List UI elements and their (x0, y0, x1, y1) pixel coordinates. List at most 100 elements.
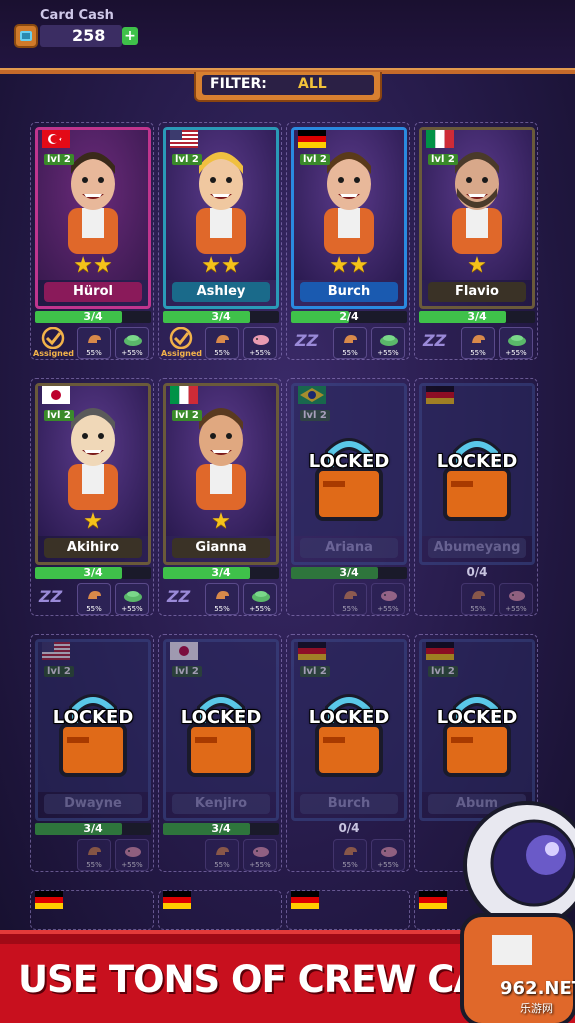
watermark-subtext: 乐游网 (520, 1002, 553, 1015)
sleeping-icon: ZZ (167, 587, 191, 606)
crew-card-slot[interactable] (30, 890, 154, 930)
locked-card-slot[interactable]: lvl 2 Burch LOCKED 0/4 55% +55% (286, 634, 410, 872)
filter-inner: FILTER: ALL (202, 75, 374, 95)
filter-button[interactable]: FILTER: ALL (194, 72, 382, 102)
crew-card[interactable]: lvl 2 ★ Gianna (163, 383, 279, 565)
trait-percent: +55% (505, 349, 527, 357)
trait-percent: +55% (377, 861, 399, 869)
trait-slot[interactable]: +55% (371, 583, 405, 615)
trait-slot[interactable]: +55% (371, 327, 405, 359)
locked-card-slot[interactable]: lvl 2 Ariana LOCKED 3/4 55% +55% (286, 378, 410, 616)
trait-percent: +55% (249, 861, 271, 869)
assigned-label: Assigned (33, 349, 75, 358)
crew-card-slot[interactable]: lvl 2 ★★ Ashley 3/4 Assigned 55% +55% (158, 122, 282, 360)
trait-row: 55% +55% (289, 839, 409, 873)
trait-slot[interactable]: +55% (115, 327, 149, 359)
trait-slot[interactable]: +55% (243, 839, 277, 871)
crew-card-slot[interactable]: lvl 2 ★★ Hürol 3/4 Assigned 55% +55% (30, 122, 154, 360)
trait-slot[interactable]: 55% (333, 583, 367, 615)
assigned-label: Assigned (161, 349, 203, 358)
card-cash-icon (14, 24, 38, 48)
progress-text: 3/4 (211, 822, 231, 835)
trait-percent: +55% (121, 605, 143, 613)
trait-slot[interactable]: 55% (333, 327, 367, 359)
trait-row: 55% +55% (161, 839, 281, 873)
crew-card-slot[interactable] (158, 890, 282, 930)
crew-card-slot[interactable]: lvl 2 ★ Gianna 3/4 ZZ 55% +55% (158, 378, 282, 616)
trait-percent: 55% (342, 861, 358, 869)
crew-card-slot[interactable]: lvl 2 ★ Akihiro 3/4 ZZ 55% +55% (30, 378, 154, 616)
trait-slot[interactable]: 55% (205, 327, 239, 359)
locked-card-slot[interactable]: lvl 2 Kenjiro LOCKED 3/4 55% +55% (158, 634, 282, 872)
padlock-icon (59, 694, 127, 777)
progress-text: 3/4 (467, 310, 487, 323)
crew-name: Akihiro (44, 538, 142, 558)
crew-card[interactable]: lvl 2 ★★ Hürol (35, 127, 151, 309)
padlock-icon (443, 438, 511, 521)
trait-row: ZZ 55% +55% (417, 327, 537, 361)
trait-row: 55% +55% (289, 583, 409, 617)
trait-percent: +55% (377, 349, 399, 357)
level-badge: lvl 2 (300, 666, 330, 677)
trait-percent: 55% (342, 605, 358, 613)
trait-slot[interactable]: 55% (77, 327, 111, 359)
progress-bar: 3/4 (163, 566, 279, 579)
progress-bar: 3/4 (419, 310, 535, 323)
crew-card-slot[interactable]: lvl 2 ★ Flavio 3/4 ZZ 55% +55% (414, 122, 538, 360)
level-badge: lvl 2 (172, 154, 202, 165)
crew-card[interactable]: lvl 2 ★ Akihiro (35, 383, 151, 565)
trait-percent: 55% (342, 349, 358, 357)
trait-percent: 55% (86, 861, 102, 869)
add-cash-button[interactable]: + (122, 27, 138, 45)
trait-percent: 55% (214, 605, 230, 613)
trait-slot[interactable]: +55% (243, 583, 277, 615)
star-rating: ★★ (201, 253, 241, 278)
locked-label: LOCKED (436, 451, 518, 472)
locked-card-slot[interactable]: Abumeyang LOCKED 0/4 55% +55% (414, 378, 538, 616)
trait-slot[interactable]: 55% (77, 839, 111, 871)
progress-bar: 3/4 (35, 566, 151, 579)
locked-label: LOCKED (308, 707, 390, 728)
locked-label: LOCKED (180, 707, 262, 728)
level-badge: lvl 2 (44, 666, 74, 677)
filter-label: FILTER: (210, 76, 267, 92)
crew-card-slot[interactable]: lvl 2 ★★ Burch 2/4 ZZ 55% +55% (286, 122, 410, 360)
trait-slot[interactable]: 55% (205, 839, 239, 871)
trait-slot[interactable]: 55% (461, 327, 495, 359)
trait-slot[interactable]: 55% (77, 583, 111, 615)
crew-card-slot[interactable] (286, 890, 410, 930)
crew-card[interactable]: lvl 2 ★ Flavio (419, 127, 535, 309)
trait-percent: 55% (214, 861, 230, 869)
trait-slot[interactable]: +55% (115, 839, 149, 871)
trait-percent: 55% (86, 605, 102, 613)
trait-slot[interactable]: +55% (499, 583, 533, 615)
card-cash-label: Card Cash (40, 8, 114, 23)
trait-row: ZZ 55% +55% (161, 583, 281, 617)
level-badge: lvl 2 (172, 410, 202, 421)
padlock-icon (315, 438, 383, 521)
crew-card[interactable]: lvl 2 ★★ Burch (291, 127, 407, 309)
progress-bar: 3/4 (291, 566, 407, 579)
progress-text: 3/4 (83, 822, 103, 835)
trait-slot[interactable]: 55% (333, 839, 367, 871)
locked-card-slot[interactable]: lvl 2 Dwayne LOCKED 3/4 55% +55% (30, 634, 154, 872)
padlock-icon (187, 694, 255, 777)
progress-bar: 3/4 (35, 822, 151, 835)
level-badge: lvl 2 (172, 666, 202, 677)
level-badge: lvl 2 (428, 666, 458, 677)
crew-card[interactable]: lvl 2 ★★ Ashley (163, 127, 279, 309)
watermark-text: 962.NET (500, 978, 575, 999)
trait-slot[interactable]: 55% (461, 583, 495, 615)
star-rating: ★ (83, 509, 103, 534)
trait-slot[interactable]: +55% (115, 583, 149, 615)
trait-slot[interactable]: 55% (205, 583, 239, 615)
star-rating: ★★ (73, 253, 113, 278)
crew-name: Gianna (172, 538, 270, 558)
trait-row: ZZ 55% +55% (289, 327, 409, 361)
trait-slot[interactable]: +55% (499, 327, 533, 359)
trait-slot[interactable]: +55% (371, 839, 405, 871)
locked-label: LOCKED (52, 707, 134, 728)
trait-slot[interactable]: +55% (243, 327, 277, 359)
trait-row: 55% +55% (33, 839, 153, 873)
trait-row: 55% +55% (417, 583, 537, 617)
